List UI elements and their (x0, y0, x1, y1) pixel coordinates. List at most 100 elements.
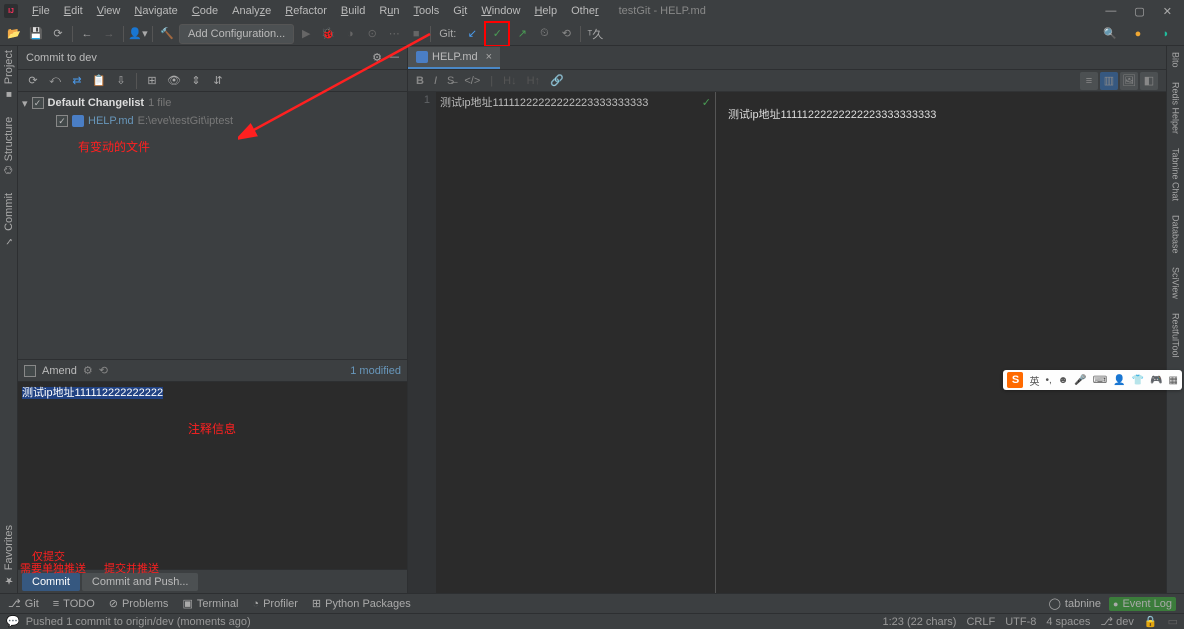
git-history-icon[interactable]: ⏲ (534, 24, 554, 44)
coverage-icon[interactable]: ◑ (340, 24, 360, 44)
expand-arrow-icon[interactable]: ▾ (22, 97, 28, 110)
expand-icon[interactable]: ⇕ (187, 72, 205, 90)
minimize-button[interactable]: — (1105, 5, 1116, 18)
indent[interactable]: 4 spaces (1046, 616, 1090, 628)
link-icon[interactable]: 🔗 (550, 74, 564, 87)
float-icon[interactable]: ◧ (1140, 72, 1158, 90)
code-icon[interactable]: </> (464, 75, 480, 87)
commit-message-input[interactable]: 测试ip地址111112222222222 注释信息 (18, 381, 407, 569)
attach-icon[interactable]: ⋯ (384, 24, 404, 44)
preview-only-icon[interactable]: 🖼 (1120, 72, 1138, 90)
menu-analyze[interactable]: Analyze (226, 3, 277, 19)
italic-icon[interactable]: I (434, 75, 437, 87)
tool-tabnine-bottom[interactable]: ◯ tabnine (1049, 597, 1101, 610)
ime-keyboard-icon[interactable]: ⌨ (1093, 375, 1107, 386)
tool-favorites[interactable]: ★ Favorites (3, 525, 15, 585)
menu-help[interactable]: Help (528, 3, 563, 19)
ime-lang[interactable]: 英 (1029, 373, 1039, 388)
file-checkbox[interactable] (56, 115, 68, 127)
encoding[interactable]: UTF-8 (1005, 616, 1036, 628)
users-icon[interactable]: 👤▾ (128, 24, 148, 44)
menu-other[interactable]: Other (565, 3, 605, 19)
amend-checkbox[interactable] (24, 365, 36, 377)
git-push-icon[interactable]: ↗ (512, 24, 532, 44)
gear-icon[interactable]: ⚙ (83, 364, 93, 377)
ime-user-icon[interactable]: 👤 (1113, 375, 1125, 386)
mem-indicator[interactable]: ▭ (1168, 615, 1178, 628)
menu-run[interactable]: Run (373, 3, 405, 19)
view-icon[interactable]: 👁 (165, 72, 183, 90)
tool-project[interactable]: ■ Project (3, 50, 15, 99)
hide-icon[interactable]: — (388, 51, 399, 64)
notif-icon[interactable]: ● (1128, 24, 1148, 44)
h1-icon[interactable]: H↓ (503, 75, 516, 87)
changelist-checkbox[interactable] (32, 97, 44, 109)
menu-window[interactable]: Window (475, 3, 526, 19)
lock-icon[interactable]: 🔒 (1144, 615, 1158, 628)
bold-icon[interactable]: B (416, 75, 424, 87)
ime-punct[interactable]: •, (1045, 375, 1051, 386)
history-icon[interactable]: ⟲ (99, 364, 108, 377)
menu-build[interactable]: Build (335, 3, 371, 19)
status-speech-icon[interactable]: 💬 (6, 615, 20, 628)
tool-bito[interactable]: Bito (1171, 52, 1181, 68)
caret-position[interactable]: 1:23 (22 chars) (882, 616, 956, 628)
tool-git[interactable]: ⎇ Git (8, 597, 39, 610)
sync-icon[interactable]: ⟳ (48, 24, 68, 44)
menu-view[interactable]: View (91, 3, 127, 19)
tool-restful[interactable]: RestfulTool (1171, 313, 1181, 358)
debug-icon[interactable]: 🐞 (318, 24, 338, 44)
ime-game-icon[interactable]: 🎮 (1150, 375, 1162, 386)
git-update-icon[interactable]: ↙ (462, 24, 482, 44)
run-icon[interactable]: ▶ (296, 24, 316, 44)
tool-redis[interactable]: Redis Helper (1171, 82, 1181, 134)
translate-icon[interactable]: ᵀ久 (585, 24, 605, 44)
editor-tab[interactable]: HELP.md × (408, 47, 500, 69)
tool-profiler[interactable]: ◔ Profiler (252, 598, 298, 610)
tool-problems[interactable]: ⊘ Problems (109, 597, 169, 610)
menu-edit[interactable]: Edit (58, 3, 89, 19)
shelve-icon[interactable]: ⇩ (112, 72, 130, 90)
hammer-icon[interactable]: 🔨 (157, 24, 177, 44)
stop-icon[interactable]: ■ (406, 24, 426, 44)
menu-git[interactable]: Git (447, 3, 473, 19)
inspection-ok-icon[interactable]: ✓ (702, 96, 711, 109)
diff-icon[interactable]: ⇄ (68, 72, 86, 90)
changelist-icon[interactable]: 📋 (90, 72, 108, 90)
split-view-icon[interactable]: ▥ (1100, 72, 1118, 90)
maximize-button[interactable]: ▢ (1134, 5, 1144, 18)
tool-todo[interactable]: ≡ TODO (53, 598, 95, 610)
tool-database[interactable]: Database (1171, 215, 1181, 254)
tab-close-icon[interactable]: × (486, 51, 492, 63)
git-commit-icon[interactable]: ✓ (487, 24, 507, 44)
strike-icon[interactable]: S̶ (447, 75, 454, 87)
menu-refactor[interactable]: Refactor (279, 3, 333, 19)
run-config-dropdown[interactable]: Add Configuration... (179, 24, 294, 44)
save-icon[interactable]: 💾 (26, 24, 46, 44)
ime-grid-icon[interactable]: ▦ (1169, 375, 1178, 386)
tool-sciview[interactable]: SciView (1171, 267, 1181, 299)
editor-only-icon[interactable]: ≡ (1080, 72, 1098, 90)
event-log[interactable]: ● Event Log (1109, 597, 1176, 611)
menu-code[interactable]: Code (186, 3, 224, 19)
menu-file[interactable]: File (26, 3, 56, 19)
rollback-icon[interactable]: ⤺ (46, 72, 64, 90)
group-icon[interactable]: ⊞ (143, 72, 161, 90)
changed-file-row[interactable]: HELP.md E:\eve\testGit\iptest (18, 112, 407, 130)
close-button[interactable]: ✕ (1163, 5, 1172, 18)
ime-toolbar[interactable]: S 英 •, ☻ 🎤 ⌨ 👤 👕 🎮 ▦ (1003, 370, 1182, 390)
collapse-icon[interactable]: ⇵ (209, 72, 227, 90)
ime-mic-icon[interactable]: 🎤 (1074, 375, 1086, 386)
tool-tabnine[interactable]: Tabnine Chat (1171, 148, 1181, 201)
tool-commit[interactable]: ✓ Commit (3, 193, 15, 246)
code-editor[interactable]: 测试ip地址11111222222222223333333333 ✓ (436, 92, 716, 593)
ime-emoji-icon[interactable]: ☻ (1058, 375, 1069, 386)
tool-terminal[interactable]: ▣ Terminal (182, 597, 238, 610)
menu-navigate[interactable]: Navigate (128, 3, 183, 19)
cws-icon[interactable]: ◗ (1156, 24, 1176, 44)
open-icon[interactable]: 📂 (4, 24, 24, 44)
tool-structure[interactable]: ⌬ Structure (3, 117, 15, 174)
gear-icon[interactable]: ⚙ (372, 51, 382, 64)
git-rollback-icon[interactable]: ⟲ (556, 24, 576, 44)
tool-python[interactable]: ⊞ Python Packages (312, 597, 411, 610)
